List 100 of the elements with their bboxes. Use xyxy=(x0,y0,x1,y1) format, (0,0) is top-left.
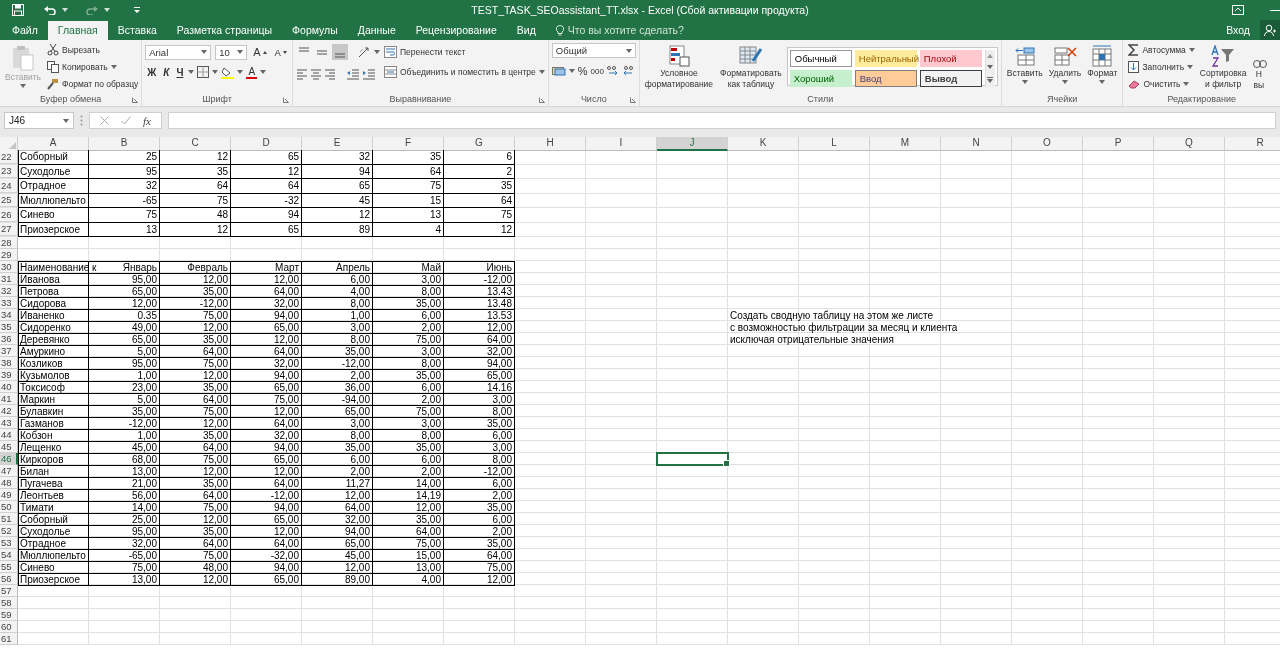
row-number[interactable]: 52 xyxy=(0,525,18,537)
row-number[interactable]: 43 xyxy=(0,417,18,429)
orientation-icon[interactable] xyxy=(357,46,372,58)
enter-check-icon[interactable] xyxy=(121,116,131,125)
ribbon-tab[interactable]: Рецензирование xyxy=(405,20,507,40)
grow-font-button[interactable]: A xyxy=(251,44,269,60)
caret-icon[interactable] xyxy=(1187,65,1194,69)
ribbon-tab[interactable]: Данные xyxy=(347,20,406,40)
ribbon-tab[interactable]: Главная xyxy=(47,21,108,40)
row-number[interactable]: 31 xyxy=(0,273,18,285)
column-header[interactable]: I xyxy=(586,137,657,151)
row-number[interactable]: 61 xyxy=(0,633,18,645)
row-number[interactable]: 48 xyxy=(0,477,18,489)
caret-icon[interactable] xyxy=(568,69,575,73)
ribbon-tab[interactable]: Вставка xyxy=(107,20,167,40)
row-number[interactable]: 53 xyxy=(0,537,18,549)
caret-icon[interactable] xyxy=(1099,80,1106,84)
user-add-icon[interactable] xyxy=(1264,24,1276,36)
find-select-button[interactable]: Н вы xyxy=(1251,43,1270,94)
clear-button[interactable]: Очистить xyxy=(1128,77,1195,91)
ribbon-tab[interactable]: Файл xyxy=(2,20,48,40)
column-header[interactable]: H xyxy=(515,137,586,151)
column-header[interactable]: R xyxy=(1225,137,1280,151)
row-number[interactable]: 33 xyxy=(0,297,18,309)
caret-icon[interactable] xyxy=(63,118,69,123)
gallery-more-icon[interactable] xyxy=(987,77,994,84)
caret-icon[interactable] xyxy=(1188,48,1195,52)
column-header[interactable]: M xyxy=(870,137,941,151)
column-header[interactable]: A xyxy=(18,137,89,151)
caret-icon[interactable] xyxy=(260,70,267,74)
ribbon-display-icon[interactable] xyxy=(1232,5,1244,15)
cell-style-swatch[interactable]: Ввод xyxy=(854,70,917,87)
row-number[interactable]: 58 xyxy=(0,597,18,609)
ribbon-tab[interactable]: Разметка страницы xyxy=(166,20,283,40)
row-number[interactable]: 49 xyxy=(0,489,18,501)
caret-icon[interactable] xyxy=(201,50,208,54)
delete-cells-button[interactable]: Удалить xyxy=(1046,43,1084,94)
customize-icon[interactable] xyxy=(134,7,140,13)
caret-icon[interactable] xyxy=(110,65,117,69)
row-number[interactable]: 51 xyxy=(0,513,18,525)
column-header[interactable]: B xyxy=(89,137,160,151)
percent-button[interactable]: % xyxy=(577,65,588,77)
font-name-field[interactable]: Arial xyxy=(145,44,212,60)
row-number[interactable]: 28 xyxy=(0,237,18,249)
column-header[interactable]: F xyxy=(373,137,444,151)
caret-icon[interactable] xyxy=(373,50,380,54)
conditional-formatting-button[interactable]: Условное форматирование xyxy=(642,43,716,94)
row-number[interactable]: 56 xyxy=(0,573,18,585)
formula-input[interactable] xyxy=(167,112,1276,129)
row-number[interactable]: 55 xyxy=(0,561,18,573)
column-header[interactable]: L xyxy=(799,137,870,151)
row-number[interactable]: 59 xyxy=(0,609,18,621)
row-number[interactable]: 46 xyxy=(0,453,18,465)
cut-button[interactable]: Вырезать xyxy=(47,43,139,57)
caret-icon[interactable] xyxy=(625,48,632,53)
font-color-button[interactable]: A xyxy=(246,65,258,79)
caret-icon[interactable] xyxy=(1021,80,1028,84)
number-format-field[interactable]: Общий xyxy=(551,43,636,58)
row-number[interactable]: 42 xyxy=(0,405,18,417)
caret-icon[interactable] xyxy=(1062,80,1068,84)
row-number[interactable]: 50 xyxy=(0,501,18,513)
bold-button[interactable]: Ж xyxy=(145,64,159,80)
row-number[interactable]: 57 xyxy=(0,585,18,597)
scroll-down-icon[interactable] xyxy=(987,65,994,70)
row-number[interactable]: 35 xyxy=(0,321,18,333)
row-number[interactable]: 32 xyxy=(0,285,18,297)
wrap-text-button[interactable]: Перенести текст xyxy=(383,45,545,59)
row-number[interactable]: 24 xyxy=(0,179,18,193)
decrease-decimal-icon[interactable] xyxy=(621,65,634,77)
row-number[interactable]: 25 xyxy=(0,193,18,207)
row-number[interactable]: 40 xyxy=(0,381,18,393)
row-number[interactable]: 38 xyxy=(0,357,18,369)
caret-icon[interactable] xyxy=(1183,82,1190,86)
caret-icon[interactable] xyxy=(538,70,545,74)
borders-icon[interactable] xyxy=(197,66,210,78)
column-header[interactable]: K xyxy=(728,137,799,151)
column-header[interactable]: D xyxy=(231,137,302,151)
increase-decimal-icon[interactable] xyxy=(606,65,619,77)
drag-handle-icon[interactable] xyxy=(80,115,83,126)
format-as-table-button[interactable]: Форматировать как таблицу xyxy=(718,43,784,94)
row-number[interactable]: 39 xyxy=(0,369,18,381)
thousands-separator-button[interactable]: 000 xyxy=(590,66,604,76)
column-header[interactable]: N xyxy=(941,137,1012,151)
row-number[interactable]: 36 xyxy=(0,333,18,345)
currency-icon[interactable] xyxy=(551,65,566,77)
row-number[interactable]: 34 xyxy=(0,309,18,321)
row-number[interactable]: 44 xyxy=(0,429,18,441)
column-header[interactable]: P xyxy=(1083,137,1154,151)
column-header[interactable]: J xyxy=(657,137,728,151)
column-header[interactable]: E xyxy=(302,137,373,151)
shrink-font-button[interactable]: A xyxy=(272,44,289,60)
row-number[interactable]: 27 xyxy=(0,222,18,236)
cell-style-swatch[interactable]: Обычный xyxy=(789,50,852,67)
lightbulb-icon[interactable] xyxy=(555,24,564,36)
fill-button[interactable]: Заполнить xyxy=(1128,60,1195,74)
underline-button[interactable]: Ч xyxy=(174,64,186,80)
insert-cells-button[interactable]: Вставить xyxy=(1004,43,1045,94)
italic-button[interactable]: К xyxy=(161,64,172,80)
save-icon[interactable] xyxy=(12,4,24,16)
ribbon-tab[interactable]: Вид xyxy=(506,20,546,40)
